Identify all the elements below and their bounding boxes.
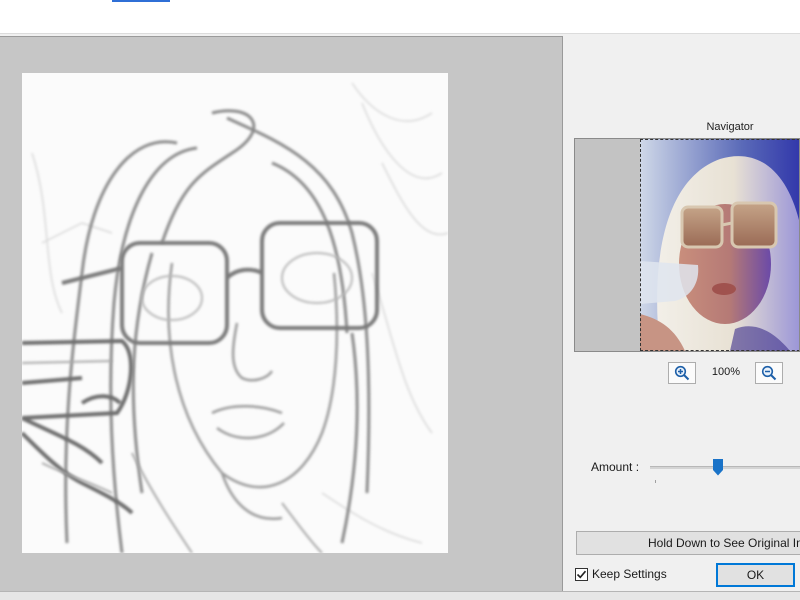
navigator-photo-svg (640, 139, 799, 351)
slider-thumb-icon (712, 459, 723, 476)
amount-label: Amount : (591, 460, 640, 474)
ok-button[interactable]: OK (716, 563, 795, 587)
title-bar-accent (112, 0, 170, 2)
sketch-preview-svg (22, 73, 448, 553)
bottom-border-strip (0, 591, 800, 600)
amount-slider-tick (655, 480, 656, 483)
preview-panel[interactable] (0, 36, 563, 591)
zoom-out-button[interactable] (755, 362, 783, 384)
preview-image[interactable] (22, 73, 448, 553)
navigator-thumbnail (640, 139, 799, 351)
checkbox-box[interactable] (575, 567, 588, 581)
zoom-in-icon (674, 365, 690, 381)
zoom-level-readout: 100% (711, 366, 741, 378)
title-bar (0, 0, 800, 34)
checkmark-icon (576, 570, 587, 578)
title-bar-divider (0, 33, 800, 34)
amount-slider-track[interactable] (650, 466, 800, 469)
zoom-in-button[interactable] (668, 362, 696, 384)
zoom-out-icon (761, 365, 777, 381)
hold-to-see-original-button[interactable]: Hold Down to See Original Ima (576, 531, 800, 555)
amount-slider-thumb[interactable] (712, 459, 723, 476)
keep-settings-checkbox[interactable]: Keep Settings (575, 567, 667, 581)
filter-dialog: Navigator 100% Amount: Hold Down to See… (0, 0, 800, 600)
navigator-title: Navigator (706, 121, 754, 133)
keep-settings-label: Keep Settings (592, 567, 667, 581)
navigator-box[interactable] (574, 138, 800, 352)
